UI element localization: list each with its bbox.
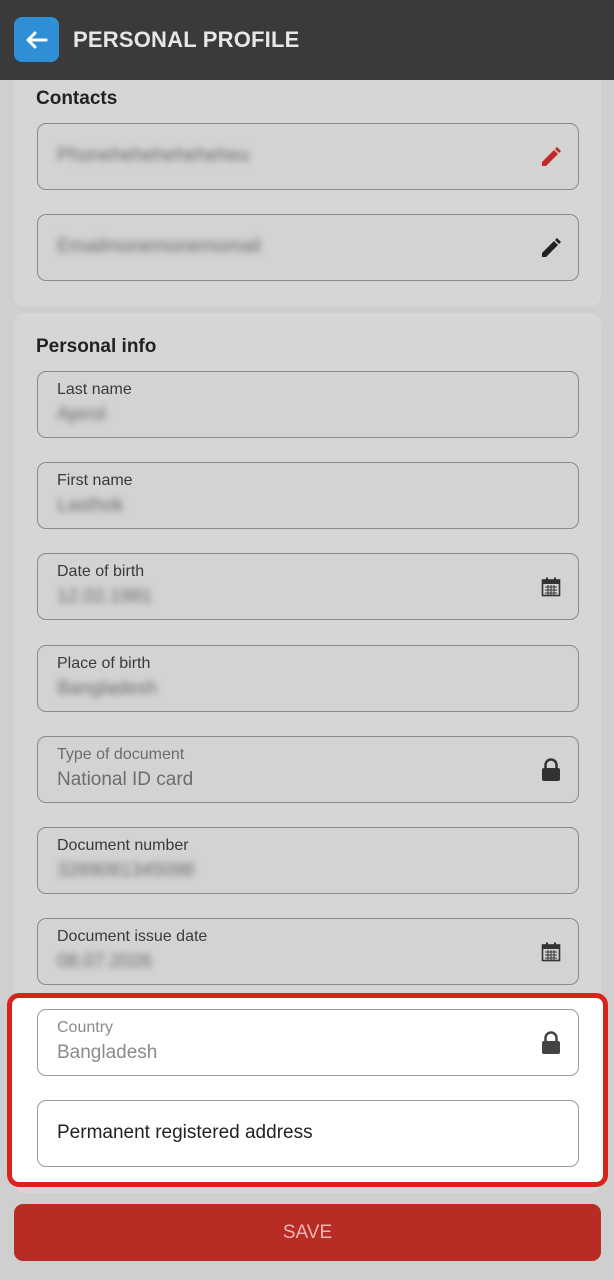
contacts-section-title: Contacts xyxy=(36,88,118,109)
document-type-field: Type of document National ID card xyxy=(37,736,579,803)
back-button[interactable] xyxy=(14,17,59,62)
place-of-birth-label: Place of birth xyxy=(57,655,151,672)
first-name-value: Lasthok xyxy=(57,495,124,516)
first-name-label: First name xyxy=(57,472,133,489)
first-name-field[interactable]: First name Lasthok xyxy=(37,462,579,529)
pencil-icon xyxy=(542,146,561,166)
email-field[interactable]: Emailmonemonemomail xyxy=(37,214,579,281)
email-edit-button[interactable] xyxy=(538,235,564,261)
lock-icon xyxy=(542,757,560,781)
last-name-label: Last name xyxy=(57,381,132,398)
date-of-birth-value: 12.02.1981 xyxy=(57,586,153,607)
document-issue-date-picker-button[interactable] xyxy=(538,939,564,965)
country-value: Bangladesh xyxy=(57,1042,158,1063)
date-of-birth-label: Date of birth xyxy=(57,563,145,580)
page-title: PERSONAL PROFILE xyxy=(73,27,300,52)
phone-field[interactable]: Phoneheheheheheheu xyxy=(37,123,579,190)
last-name-value: Ajerol xyxy=(57,404,106,425)
permanent-address-placeholder: Permanent registered address xyxy=(57,1122,313,1143)
pencil-icon xyxy=(542,237,561,257)
phone-value: Phoneheheheheheheu xyxy=(57,145,250,166)
last-name-field[interactable]: Last name Ajerol xyxy=(37,371,579,438)
date-of-birth-picker-button[interactable] xyxy=(538,574,564,600)
personal-info-section-title: Personal info xyxy=(36,336,157,357)
permanent-address-input[interactable]: Permanent registered address xyxy=(37,1100,579,1167)
place-of-birth-field[interactable]: Place of birth Bangladesh xyxy=(37,645,579,712)
document-number-label: Document number xyxy=(57,837,189,854)
place-of-birth-value: Bangladesh xyxy=(57,678,158,699)
email-value: Emailmonemonemomail xyxy=(57,236,261,257)
date-of-birth-field[interactable]: Date of birth 12.02.1981 xyxy=(37,553,579,620)
save-button[interactable]: SAVE xyxy=(14,1204,601,1261)
document-number-value: 3289081345098 xyxy=(57,860,195,881)
country-field: Country Bangladesh xyxy=(37,1009,579,1076)
calendar-icon xyxy=(541,942,561,961)
document-issue-date-label: Document issue date xyxy=(57,928,208,945)
phone-edit-button[interactable] xyxy=(538,144,564,170)
document-number-field[interactable]: Document number 3289081345098 xyxy=(37,827,579,894)
country-label: Country xyxy=(57,1019,114,1036)
document-type-label: Type of document xyxy=(57,746,185,763)
app-header: PERSONAL PROFILE xyxy=(0,0,614,80)
document-type-value: National ID card xyxy=(57,769,194,790)
arrow-left-icon xyxy=(26,31,47,48)
document-issue-date-field[interactable]: Document issue date 08.07.2026 xyxy=(37,918,579,985)
calendar-icon xyxy=(541,577,561,596)
document-issue-date-value: 08.07.2026 xyxy=(57,951,153,972)
lock-icon xyxy=(542,1030,560,1054)
